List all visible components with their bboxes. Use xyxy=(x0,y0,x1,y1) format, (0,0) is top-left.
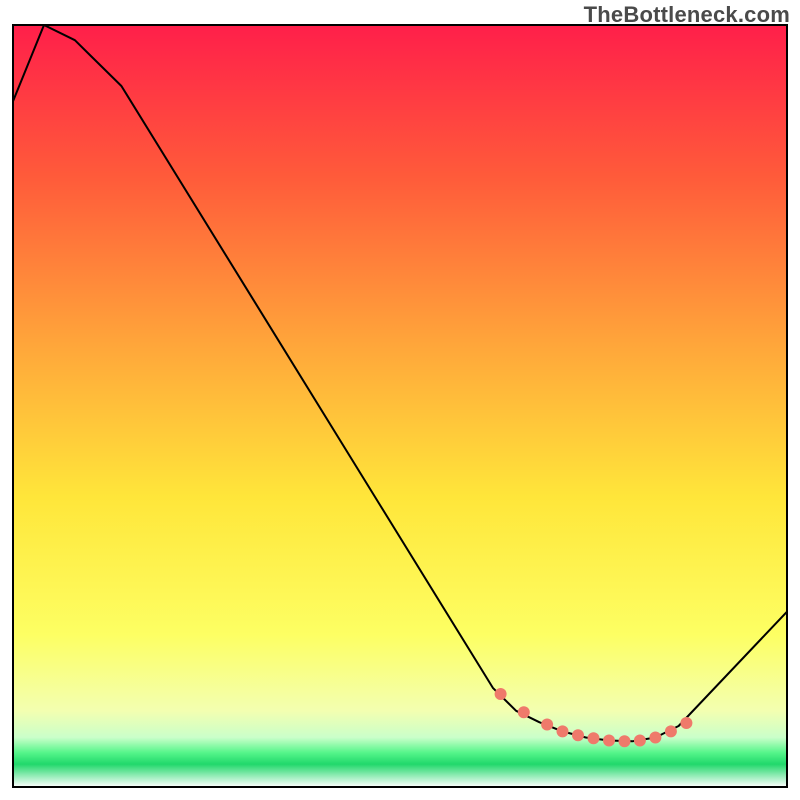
marker-dot xyxy=(634,735,646,747)
marker-dot xyxy=(680,717,692,729)
bottleneck-curve-chart xyxy=(0,0,800,800)
chart-container: TheBottleneck.com xyxy=(0,0,800,800)
marker-dot xyxy=(619,735,631,747)
marker-dot xyxy=(495,688,507,700)
marker-dot xyxy=(557,725,569,737)
marker-dot xyxy=(603,735,615,747)
marker-dot xyxy=(665,725,677,737)
marker-dot xyxy=(649,732,661,744)
marker-dot xyxy=(588,732,600,744)
watermark-label: TheBottleneck.com xyxy=(584,2,790,28)
plot-background xyxy=(13,25,787,787)
marker-dot xyxy=(572,729,584,741)
marker-dot xyxy=(541,719,553,731)
marker-dot xyxy=(518,706,530,718)
